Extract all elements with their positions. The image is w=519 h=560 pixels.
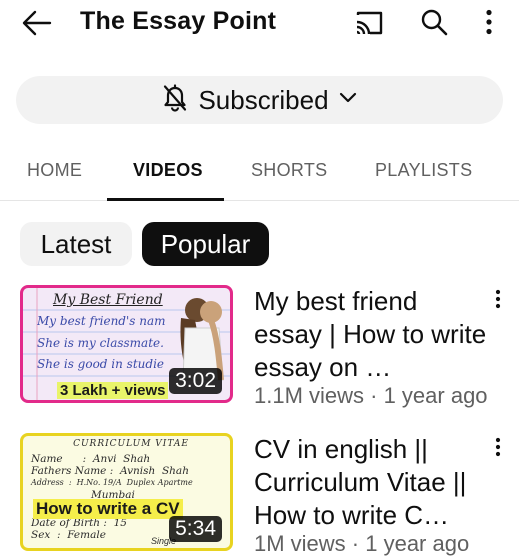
video-duration: 3:02: [169, 368, 222, 394]
thumbnail-text: My Best Friend My best friend's nam She …: [37, 290, 187, 374]
thumbnail-line: Fathers Name : Avnish Shah: [31, 465, 189, 477]
chip-latest[interactable]: Latest: [20, 222, 132, 266]
video-metadata: 1.1M views · 1 year ago: [254, 383, 488, 408]
thumbnail-line: Address : H.No. 19/A Duplex Apartme: [31, 478, 193, 487]
video-title[interactable]: CV in english || Curriculum Vitae || How…: [254, 433, 489, 532]
thumbnail-line: My Best Friend: [53, 292, 163, 308]
active-tab-indicator: [107, 198, 224, 201]
thumbnail-caption: How to write a CV: [33, 499, 183, 519]
top-app-bar: The Essay Point: [0, 0, 519, 48]
back-arrow-icon[interactable]: [20, 8, 54, 38]
tab-home[interactable]: HOME: [27, 160, 82, 181]
channel-title: The Essay Point: [80, 7, 277, 35]
tab-playlists[interactable]: PLAYLISTS: [375, 160, 472, 181]
more-vert-icon[interactable]: [488, 437, 508, 461]
channel-tabs: HOME VIDEOS SHORTS PLAYLISTS: [0, 140, 519, 201]
thumbnail-line: My best friend's nam: [37, 314, 166, 328]
thumbnail-caption: 3 Lakh + views: [57, 382, 169, 399]
video-duration: 5:34: [169, 516, 222, 542]
more-vert-icon[interactable]: [478, 6, 500, 38]
subscribed-label: Subscribed: [198, 84, 329, 115]
tab-videos[interactable]: VIDEOS: [133, 160, 203, 181]
video-thumbnail[interactable]: CURRICULUM VITAE Name : Anvi Shah Father…: [20, 433, 233, 551]
video-thumbnail[interactable]: My Best Friend My best friend's nam She …: [20, 285, 233, 403]
cast-icon[interactable]: [352, 8, 386, 38]
video-title[interactable]: My best friend essay | How to write essa…: [254, 285, 489, 384]
video-item[interactable]: My Best Friend My best friend's nam She …: [0, 285, 519, 409]
search-icon[interactable]: [418, 6, 450, 38]
tab-shorts[interactable]: SHORTS: [251, 160, 327, 181]
thumbnail-line: She is good in studie: [37, 357, 165, 371]
thumbnail-line: CURRICULUM VITAE: [73, 439, 189, 449]
thumbnail-line: Name : Anvi Shah: [31, 453, 151, 465]
video-item[interactable]: CURRICULUM VITAE Name : Anvi Shah Father…: [0, 433, 519, 557]
more-vert-icon[interactable]: [488, 289, 508, 313]
bell-off-icon: [162, 83, 188, 117]
chevron-down-icon: [339, 91, 357, 109]
subscribed-button[interactable]: Subscribed: [16, 76, 503, 124]
thumbnail-line: She is my classmate.: [37, 336, 164, 350]
chip-popular[interactable]: Popular: [142, 222, 269, 266]
video-metadata: 1M views · 1 year ago: [254, 531, 470, 556]
